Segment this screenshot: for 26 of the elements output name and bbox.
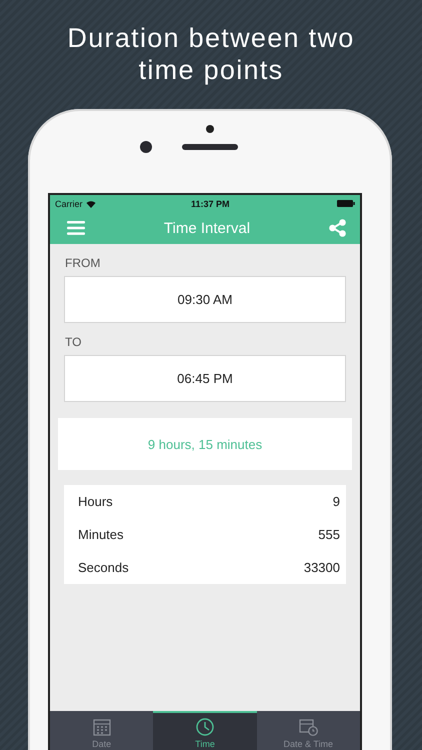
speaker-icon xyxy=(182,144,238,150)
camera-icon xyxy=(206,125,214,133)
tab[interactable]: Time xyxy=(153,711,257,750)
from-label: FROM xyxy=(65,256,100,270)
unit-value: 9 xyxy=(332,494,340,509)
unit-label: Minutes xyxy=(78,527,124,542)
headline: Duration between two time points xyxy=(66,22,356,86)
share-icon[interactable] xyxy=(328,219,346,237)
calendar-icon xyxy=(92,718,111,736)
wifi-icon xyxy=(86,200,96,208)
duration-result: 9 hours, 15 minutes xyxy=(58,418,352,470)
carrier-label: Carrier xyxy=(55,198,83,208)
status-time: 11:37 PM xyxy=(190,198,231,208)
clock-icon xyxy=(196,718,214,736)
camera-icon xyxy=(140,141,152,153)
to-time-field[interactable]: 06:45 PM xyxy=(64,355,346,402)
to-label: TO xyxy=(65,335,82,349)
battery-icon xyxy=(337,200,355,207)
unit-value: 33300 xyxy=(304,560,340,575)
calendar-clock-icon xyxy=(298,718,318,736)
unit-label: Hours xyxy=(78,494,113,509)
from-time-field[interactable]: 09:30 AM xyxy=(64,276,346,323)
unit-value: 555 xyxy=(318,527,340,542)
menu-icon[interactable] xyxy=(67,221,85,235)
unit-label: Seconds xyxy=(78,560,129,575)
screen-title: Time Interval xyxy=(164,220,250,236)
